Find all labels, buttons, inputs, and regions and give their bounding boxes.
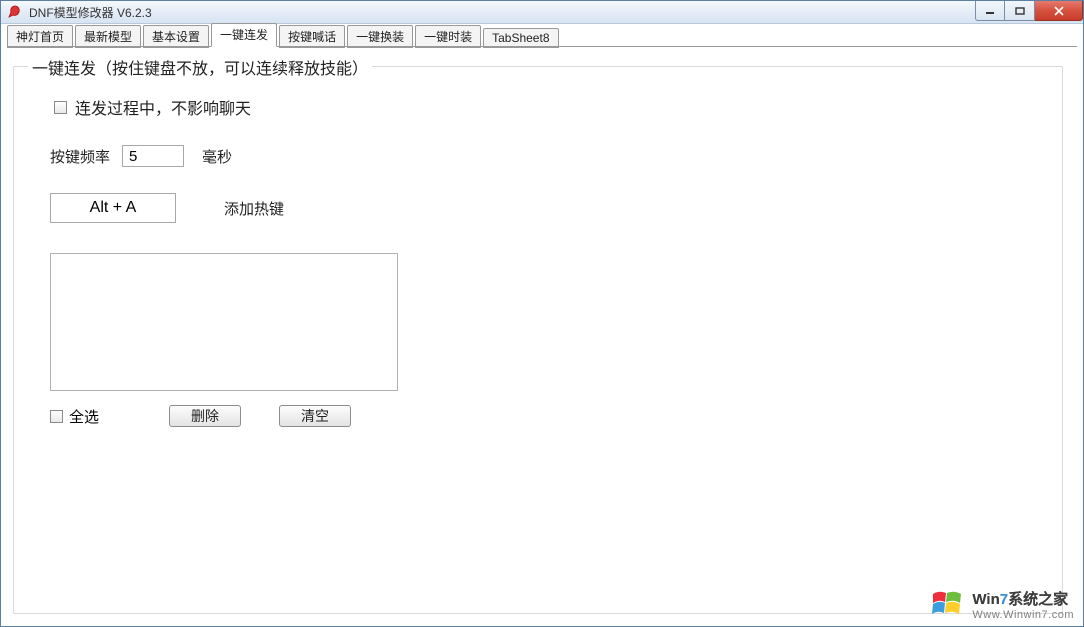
tab-label: 按键喊话 xyxy=(288,30,336,44)
chat-unaffected-label: 连发过程中，不影响聊天 xyxy=(75,95,251,119)
app-window: DNF模型修改器 V6.2.3 神灯首页 最新模型 基本设置 一键连发 按键喊话… xyxy=(0,0,1084,627)
tabstrip: 神灯首页 最新模型 基本设置 一键连发 按键喊话 一键换装 一键时装 TabSh… xyxy=(1,24,1083,48)
tab-label: 最新模型 xyxy=(84,30,132,44)
chat-unaffected-checkbox[interactable] xyxy=(54,101,67,114)
minimize-button[interactable] xyxy=(975,1,1005,21)
tab-label: TabSheet8 xyxy=(492,31,549,45)
select-all-label: 全选 xyxy=(69,406,99,427)
frequency-unit: 毫秒 xyxy=(202,146,232,167)
hotkey-input[interactable] xyxy=(50,193,176,223)
tab-label: 神灯首页 xyxy=(16,30,64,44)
app-icon xyxy=(7,4,23,20)
group-title: 一键连发（按住键盘不放，可以连续释放技能） xyxy=(28,55,372,79)
close-button[interactable] xyxy=(1035,1,1083,21)
hotkey-listbox[interactable] xyxy=(50,253,398,391)
titlebar[interactable]: DNF模型修改器 V6.2.3 xyxy=(1,1,1083,24)
tab-sheet8[interactable]: TabSheet8 xyxy=(483,28,558,48)
tab-latest-models[interactable]: 最新模型 xyxy=(75,25,141,48)
client-area: 一键连发（按住键盘不放，可以连续释放技能） 连发过程中，不影响聊天 按键频率 毫… xyxy=(1,48,1083,626)
tab-key-shout[interactable]: 按键喊话 xyxy=(279,25,345,48)
tab-label: 一键换装 xyxy=(356,30,404,44)
tab-rapid-fire[interactable]: 一键连发 xyxy=(211,23,277,47)
tab-switch-gear[interactable]: 一键换装 xyxy=(347,25,413,48)
tab-label: 一键时装 xyxy=(424,30,472,44)
window-controls xyxy=(975,1,1083,21)
button-label: 清空 xyxy=(301,406,329,426)
tab-basic-settings[interactable]: 基本设置 xyxy=(143,25,209,48)
tab-switch-fashion[interactable]: 一键时装 xyxy=(415,25,481,48)
delete-button[interactable]: 删除 xyxy=(169,405,241,427)
window-title: DNF模型修改器 V6.2.3 xyxy=(29,4,152,21)
add-hotkey-label: 添加热键 xyxy=(224,198,284,219)
rapid-fire-group: 一键连发（按住键盘不放，可以连续释放技能） 连发过程中，不影响聊天 按键频率 毫… xyxy=(13,66,1063,614)
tab-label: 一键连发 xyxy=(220,28,268,42)
tab-label: 基本设置 xyxy=(152,30,200,44)
frequency-label: 按键频率 xyxy=(50,146,110,167)
frequency-input[interactable] xyxy=(122,145,184,167)
maximize-button[interactable] xyxy=(1005,1,1035,21)
tab-home[interactable]: 神灯首页 xyxy=(7,25,73,48)
select-all-checkbox[interactable] xyxy=(50,410,63,423)
button-label: 删除 xyxy=(191,406,219,426)
clear-button[interactable]: 清空 xyxy=(279,405,351,427)
